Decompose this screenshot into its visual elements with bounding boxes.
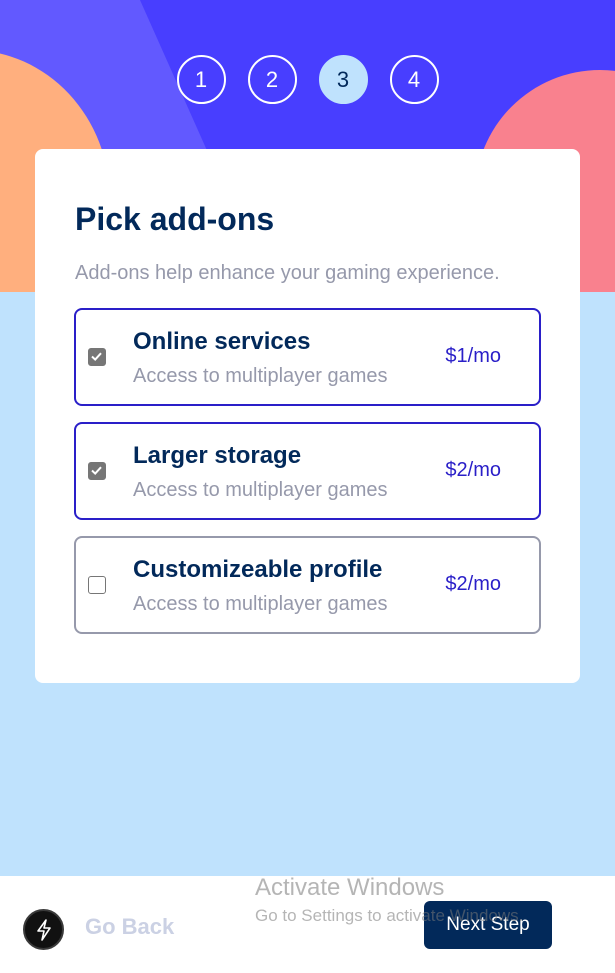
addon-name: Larger storage bbox=[133, 442, 302, 469]
addon-description: Access to multiplayer games bbox=[133, 365, 388, 387]
addon-name: Online services bbox=[133, 328, 311, 355]
addon-checkbox[interactable] bbox=[88, 348, 106, 366]
step-1[interactable]: 1 bbox=[176, 55, 226, 104]
checkmark-icon bbox=[91, 466, 102, 476]
step-3[interactable]: 3 bbox=[318, 55, 368, 104]
step-indicator: 1 2 3 4 bbox=[0, 55, 615, 104]
page-subtitle: Add-ons help enhance your gaming experie… bbox=[75, 262, 500, 284]
lightning-bolt-icon bbox=[36, 918, 51, 941]
addon-checkbox[interactable] bbox=[88, 576, 106, 594]
lightning-fab[interactable] bbox=[23, 909, 64, 950]
addon-larger-storage[interactable]: Larger storage Access to multiplayer gam… bbox=[74, 422, 541, 520]
addon-price: $1/mo bbox=[445, 345, 501, 367]
page-title: Pick add-ons bbox=[75, 201, 275, 237]
addon-price: $2/mo bbox=[445, 459, 501, 481]
addon-price: $2/mo bbox=[445, 573, 501, 595]
form-card: Pick add-ons Add-ons help enhance your g… bbox=[35, 149, 580, 683]
addon-checkbox[interactable] bbox=[88, 462, 106, 480]
step-2[interactable]: 2 bbox=[247, 55, 297, 104]
addon-name: Customizeable profile bbox=[133, 556, 383, 583]
footer-nav: Go Back Next Step bbox=[0, 876, 615, 973]
addon-description: Access to multiplayer games bbox=[133, 593, 388, 615]
addon-online-services[interactable]: Online services Access to multiplayer ga… bbox=[74, 308, 541, 406]
step-4[interactable]: 4 bbox=[389, 55, 439, 104]
next-step-button[interactable]: Next Step bbox=[424, 901, 552, 949]
go-back-button[interactable]: Go Back bbox=[85, 914, 174, 940]
addon-customizable-profile[interactable]: Customizeable profile Access to multipla… bbox=[74, 536, 541, 634]
checkmark-icon bbox=[91, 352, 102, 362]
addon-description: Access to multiplayer games bbox=[133, 479, 388, 501]
